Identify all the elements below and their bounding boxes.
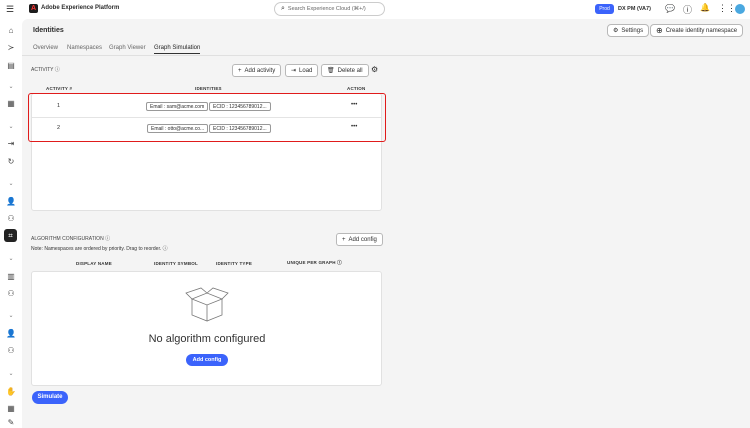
add-config-label: Add config — [348, 236, 377, 243]
create-label: Create identity namespace — [665, 27, 738, 34]
chevron-down-icon[interactable]: ⌄ — [5, 252, 17, 264]
load-button[interactable]: ⇥ Load — [285, 64, 319, 77]
feedback-icon[interactable]: 💬 — [665, 4, 675, 13]
search-placeholder: Search Experience Cloud (⌘+/) — [287, 6, 366, 12]
help-icon[interactable]: ⓘ — [683, 3, 692, 16]
activity-number: 1 — [57, 103, 61, 109]
left-nav: ⌂ ≻ ▤ ⌄ ▦ ⌄ ⇥ ↻ ⌄ 👤 ⚇ ⌗ ⌄ ▥ ⚇ ⌄ 👤 ⚇ ⌄ ✋ … — [0, 19, 22, 428]
edit-icon[interactable]: ✎ — [5, 416, 17, 428]
chevron-down-icon[interactable]: ⌄ — [5, 367, 17, 379]
journeys-icon[interactable]: ≻ — [5, 41, 17, 53]
identity-chip[interactable]: Email : sam@acme.com — [146, 102, 209, 111]
privacy-icon[interactable]: ✋ — [5, 385, 17, 397]
gear-icon: ⚙ — [613, 28, 619, 34]
simulate-button[interactable]: Simulate — [32, 391, 68, 404]
identity-chip[interactable]: Email : otto@acme.co... — [147, 124, 209, 133]
apps-grid-icon[interactable]: ⋮⋮ — [718, 3, 736, 14]
chevron-down-icon[interactable]: ⌄ — [5, 309, 17, 321]
delete-all-button[interactable]: 🗑 Delete all — [321, 64, 369, 77]
gear-icon[interactable]: ⚙ — [371, 65, 378, 74]
tab-bar: Overview Namespaces Graph Viewer Graph S… — [22, 41, 750, 56]
top-bar: ☰ A Adobe Experience Platform ⌕ Search E… — [0, 0, 750, 19]
add-activity-label: Add activity — [244, 67, 276, 74]
col-action: ACTION — [347, 86, 366, 91]
identity-chip[interactable]: ECID : 123456789012... — [209, 102, 271, 111]
page-title: Identities — [33, 27, 64, 34]
tab-graph-viewer[interactable]: Graph Viewer — [109, 45, 146, 51]
table-icon[interactable]: ▦ — [5, 402, 17, 414]
profiles-icon[interactable]: 👤 — [5, 195, 17, 207]
plus-icon: + — [342, 236, 346, 243]
empty-box-icon — [185, 287, 229, 322]
chevron-down-icon[interactable]: ⌄ — [5, 80, 17, 92]
search-input[interactable]: ⌕ Search Experience Cloud (⌘+/) — [274, 2, 385, 16]
env-badge[interactable]: Prod — [595, 4, 614, 14]
catalog-icon[interactable]: ▦ — [5, 97, 17, 109]
create-namespace-button[interactable]: ⊕ Create identity namespace — [650, 24, 744, 37]
avatar[interactable] — [735, 4, 745, 14]
chevron-down-icon[interactable]: ⌄ — [5, 120, 17, 132]
empty-add-config-button[interactable]: Add config — [186, 354, 228, 366]
load-label: Load — [299, 67, 313, 74]
empty-state-text: No algorithm configured — [148, 333, 266, 345]
sources-icon[interactable]: ⇥ — [5, 137, 17, 149]
groups-icon[interactable]: ⚇ — [5, 344, 17, 356]
plus-icon: + — [238, 67, 242, 74]
search-icon: ⌕ — [281, 5, 285, 12]
analytics-icon[interactable]: ▥ — [5, 270, 17, 282]
tab-overview[interactable]: Overview — [33, 45, 58, 51]
more-actions-icon[interactable]: ••• — [351, 124, 357, 130]
col-activity-num: ACTIVITY # — [46, 86, 73, 91]
add-activity-button[interactable]: + Add activity — [232, 64, 282, 77]
delete-label: Delete all — [337, 67, 363, 74]
settings-button[interactable]: ⚙ Settings — [607, 24, 650, 37]
add-config-button[interactable]: + Add config — [336, 233, 383, 246]
segments-icon[interactable]: ⚇ — [5, 212, 17, 224]
settings-label: Settings — [621, 27, 644, 34]
dashboard-icon[interactable]: ▤ — [5, 59, 17, 71]
destinations-icon[interactable]: ↻ — [5, 155, 17, 167]
import-icon: ⇥ — [291, 68, 297, 74]
bell-icon[interactable]: 🔔 — [700, 3, 710, 12]
col-display-name: DISPLAY NAME — [76, 261, 112, 266]
adobe-logo-icon: A — [29, 4, 38, 13]
identity-chip[interactable]: ECID : 123456789012... — [209, 124, 271, 133]
org-switcher[interactable]: DX PM (VA7) — [618, 6, 651, 12]
app-title: Adobe Experience Platform — [41, 5, 120, 11]
algorithm-note: Note: Namespaces are ordered by priority… — [31, 246, 168, 252]
activity-number: 2 — [57, 125, 61, 131]
tab-namespaces[interactable]: Namespaces — [67, 45, 102, 51]
activity-title: ACTIVITY ⓘ — [31, 67, 60, 73]
col-identity-symbol: IDENTITY SYMBOL — [154, 261, 198, 266]
col-unique-per-graph: UNIQUE PER GRAPH ⓘ — [287, 260, 342, 265]
highlight-box — [28, 93, 386, 142]
trash-icon: 🗑 — [327, 68, 335, 74]
col-identity-type: IDENTITY TYPE — [216, 261, 253, 266]
more-actions-icon[interactable]: ••• — [351, 102, 357, 108]
tab-graph-simulation[interactable]: Graph Simulation — [154, 45, 201, 54]
col-identities: IDENTITIES — [195, 86, 222, 91]
algorithm-title: ALGORITHM CONFIGURATION ⓘ — [31, 236, 111, 242]
chevron-down-icon[interactable]: ⌄ — [5, 177, 17, 189]
audiences-icon[interactable]: ⚇ — [5, 287, 17, 299]
menu-icon[interactable]: ☰ — [6, 4, 14, 15]
home-icon[interactable]: ⌂ — [5, 24, 17, 36]
identities-icon[interactable]: ⌗ — [4, 229, 17, 242]
add-circle-icon: ⊕ — [656, 26, 663, 35]
